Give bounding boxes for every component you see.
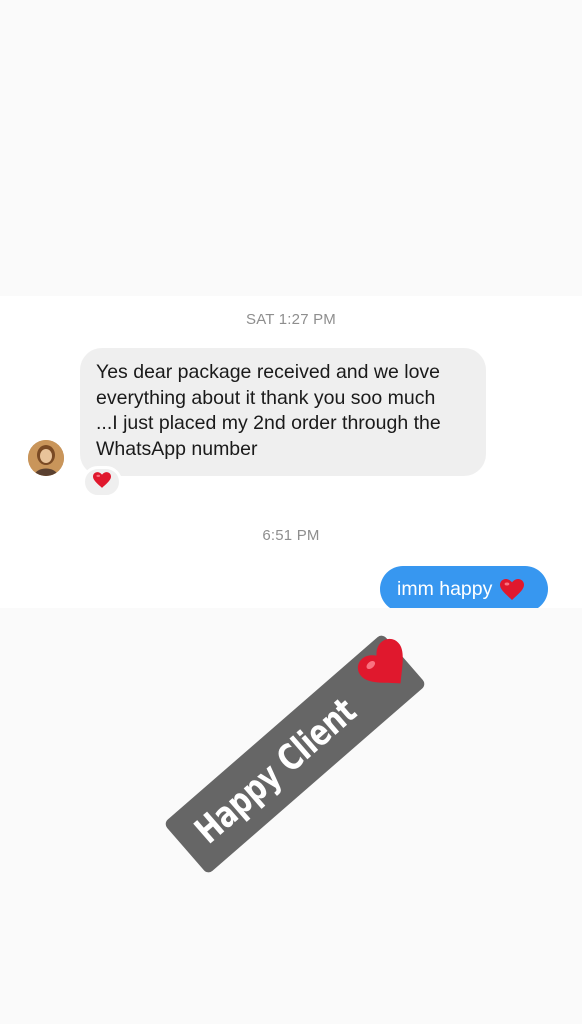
message-line-2: everything about it thank you soo much (96, 386, 436, 409)
heart-icon (500, 578, 525, 600)
outgoing-message-text: imm happy (397, 577, 493, 600)
chat-screenshot: SAT 1:27 PM Yes dear package received an… (0, 296, 582, 612)
incoming-message-bubble[interactable]: Yes dear package received and we love ev… (80, 348, 486, 476)
heart-icon (93, 471, 111, 493)
message-line-4: WhatsApp number (96, 437, 258, 460)
story-background (0, 608, 582, 1024)
timestamp-evening: 6:51 PM (262, 527, 320, 544)
avatar[interactable] (28, 440, 64, 476)
timestamp-sat: SAT 1:27 PM (245, 311, 337, 328)
message-line-1: Yes dear package received and we love (96, 361, 441, 383)
heart-reaction[interactable] (82, 466, 122, 498)
message-line-3: ...I just placed my 2nd order through th… (96, 412, 441, 434)
outgoing-message-bubble[interactable]: imm happy (380, 566, 548, 612)
